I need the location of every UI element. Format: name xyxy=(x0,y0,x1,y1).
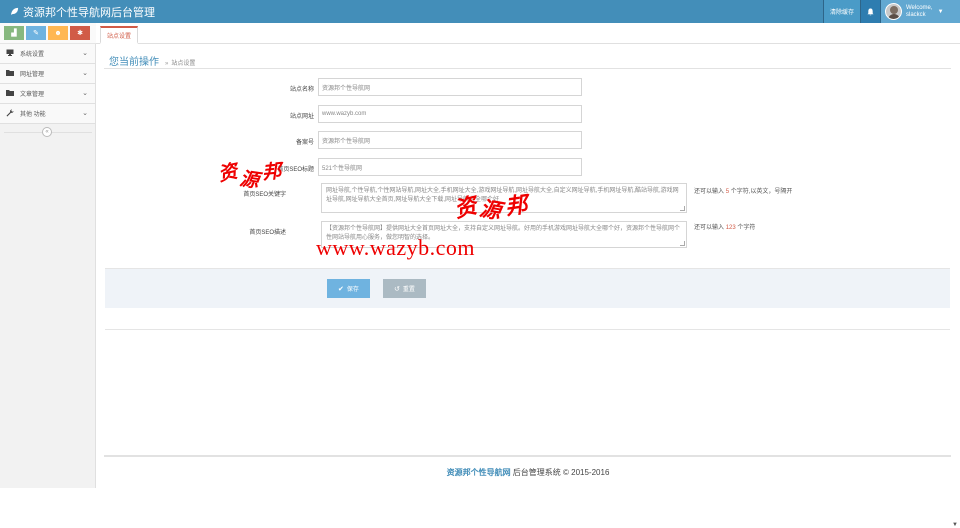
wrench-icon xyxy=(6,109,15,119)
reset-label: 重置 xyxy=(402,287,415,293)
username: slackck xyxy=(906,11,926,18)
sidebar-item-system[interactable]: 系统设置 ⌄ xyxy=(0,44,95,64)
top-navbar: 资源邦个性导航网后台管理 清除缓存 Welcome, slackck ▼ xyxy=(0,0,960,23)
shortcut-users-button[interactable]: ☻ xyxy=(48,26,68,40)
tab-site-settings[interactable]: 站点设置 xyxy=(100,26,139,44)
shortcut-bar: ▟ ✎ ☻ ✱ xyxy=(0,23,96,44)
shortcut-chart-button[interactable]: ▟ xyxy=(4,26,24,40)
clear-cache-label: 清除缓存 xyxy=(829,10,854,16)
sidebar-item-label: 网址管理 xyxy=(20,72,45,78)
sidebar-item-label: 其他 功能 xyxy=(20,112,46,118)
brand-title: 资源邦个性导航网后台管理 xyxy=(23,6,155,19)
breadcrumb-separator: » xyxy=(165,61,169,67)
divider xyxy=(105,329,950,330)
shortcut-pencil-button[interactable]: ✎ xyxy=(26,26,46,40)
seo-description-hint: 还可以输入 123 个字符 xyxy=(694,224,834,233)
users-icon: ☻ xyxy=(54,29,62,37)
resize-handle[interactable] xyxy=(680,206,685,211)
cogs-icon: ✱ xyxy=(77,30,83,37)
chevron-down-icon: ⌄ xyxy=(82,110,88,117)
sidebar-item-articles[interactable]: 文章管理 ⌄ xyxy=(0,84,95,104)
user-menu[interactable]: Welcome, slackck ▼ xyxy=(880,0,960,23)
welcome-text: Welcome, xyxy=(906,4,933,11)
desktop-icon xyxy=(6,49,15,58)
hint-suffix: 个字符 xyxy=(737,225,756,231)
site-name-input[interactable]: 资源邦个性导航网 xyxy=(318,78,582,96)
site-url-input[interactable]: www.wazyb.com xyxy=(318,105,582,123)
chevron-down-icon: ⌄ xyxy=(82,90,88,97)
watermark-char: 邦 xyxy=(261,160,283,184)
save-button[interactable]: ✔ 保存 xyxy=(327,279,370,298)
tabs-bar: 站点设置 xyxy=(96,23,960,44)
seo-keywords-hint: 还可以输入 5 个字符,以英文，号隔开 xyxy=(694,188,834,197)
chart-icon: ▟ xyxy=(11,30,17,37)
folder-icon xyxy=(6,89,15,98)
icp-label: 备案号 xyxy=(295,140,314,146)
hint-suffix: 个字符,以英文，号隔开 xyxy=(730,189,793,195)
sidebar-item-urls[interactable]: 网址管理 ⌄ xyxy=(0,64,95,84)
site-url-label: 站点网址 xyxy=(289,114,314,120)
notifications-button[interactable] xyxy=(860,0,880,23)
footer-brand: 资源邦个性导航网 xyxy=(446,468,511,477)
sidebar-item-label: 系统设置 xyxy=(20,52,45,58)
brand[interactable]: 资源邦个性导航网后台管理 xyxy=(10,0,155,23)
sidebar-item-label: 文章管理 xyxy=(20,92,45,98)
divider xyxy=(104,68,951,69)
breadcrumb: 您当前操作 » 站点设置 xyxy=(109,53,195,68)
watermark-char: 资 xyxy=(216,160,240,186)
resize-handle[interactable] xyxy=(680,241,685,246)
hint-count: 5 xyxy=(725,189,730,195)
hint-count: 123 xyxy=(725,225,736,231)
folder-icon xyxy=(6,69,15,78)
hint-prefix: 还可以输入 xyxy=(694,189,725,195)
chevron-down-icon: ⌄ xyxy=(82,50,88,57)
caret-down-icon: ▼ xyxy=(937,8,944,15)
clear-cache-button[interactable]: 清除缓存 xyxy=(822,0,860,23)
home-title-input[interactable]: 521个性导航网 xyxy=(318,158,582,176)
seo-keywords-label: 首页SEO关键字 xyxy=(243,192,286,198)
site-name-label: 站点名称 xyxy=(289,87,314,93)
footer-text: 后台管理系统 © 2015-2016 xyxy=(510,468,610,477)
watermark-char: 源 xyxy=(238,167,261,193)
footer: 资源邦个性导航网 后台管理系统 © 2015-2016 xyxy=(96,467,960,478)
undo-icon: ↺ xyxy=(394,285,400,293)
divider xyxy=(104,455,951,457)
main-content: 您当前操作 » 站点设置 站点名称 资源邦个性导航网 站点网址 www.wazy… xyxy=(96,44,960,528)
leaf-icon xyxy=(10,7,19,16)
tab-label: 站点设置 xyxy=(107,33,132,40)
seo-description-label: 首页SEO描述 xyxy=(249,230,286,236)
double-chevron-left-icon: « xyxy=(45,129,49,135)
shortcut-cogs-button[interactable]: ✱ xyxy=(70,26,90,40)
save-label: 保存 xyxy=(346,287,359,293)
avatar xyxy=(885,3,902,20)
scroll-down-icon[interactable]: ▼ xyxy=(952,522,958,528)
sidebar-item-other[interactable]: 其他 功能 ⌄ xyxy=(0,104,95,124)
hint-prefix: 还可以输入 xyxy=(694,225,725,231)
watermark-char: 邦 xyxy=(503,191,529,221)
reset-button[interactable]: ↺ 重置 xyxy=(383,279,426,298)
watermark-url: www.wazyb.com xyxy=(316,235,476,260)
check-icon: ✔ xyxy=(338,285,344,293)
form-actions: ✔ 保存 ↺ 重置 xyxy=(105,268,950,308)
icp-input[interactable]: 资源邦个性导航网 xyxy=(318,131,582,149)
sidebar: 系统设置 ⌄ 网址管理 ⌄ 文章管理 ⌄ 其他 功能 ⌄ « xyxy=(0,44,96,488)
page-title: 您当前操作 xyxy=(109,57,159,68)
sidebar-collapse-button[interactable]: « xyxy=(42,127,52,137)
bell-icon xyxy=(867,8,874,15)
chevron-down-icon: ⌄ xyxy=(82,70,88,77)
pencil-icon: ✎ xyxy=(33,30,39,37)
breadcrumb-current: 站点设置 xyxy=(171,61,196,67)
